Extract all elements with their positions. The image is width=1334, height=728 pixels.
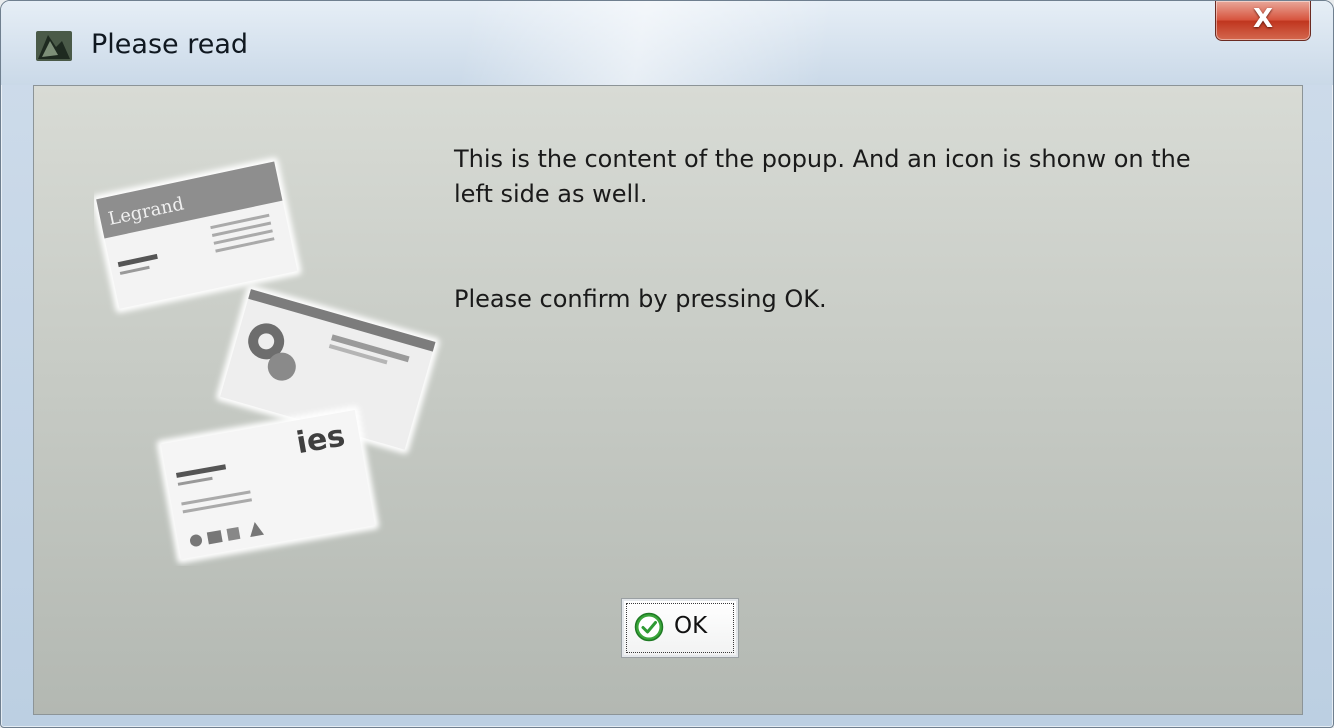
message-line-2: left side as well. <box>454 180 648 208</box>
app-icon <box>36 31 72 61</box>
checkmark-icon <box>634 612 664 642</box>
dialog-window: Please read X Legrand ies This is the co… <box>0 0 1334 728</box>
message-block: This is the content of the popup. And an… <box>454 142 1274 317</box>
close-icon: X <box>1252 4 1274 34</box>
ok-label: OK <box>674 613 708 639</box>
title-bar[interactable]: Please read X <box>1 1 1333 85</box>
confirm-instruction: Please confirm by pressing OK. <box>454 285 827 313</box>
ok-button[interactable]: OK <box>621 598 739 658</box>
message-line-1: This is the content of the popup. And an… <box>454 145 1191 173</box>
business-cards-illustration: Legrand ies <box>94 157 440 564</box>
close-button[interactable]: X <box>1215 1 1311 41</box>
dialog-content: Legrand ies This is the content of the p… <box>33 85 1303 715</box>
window-title: Please read <box>91 29 249 60</box>
